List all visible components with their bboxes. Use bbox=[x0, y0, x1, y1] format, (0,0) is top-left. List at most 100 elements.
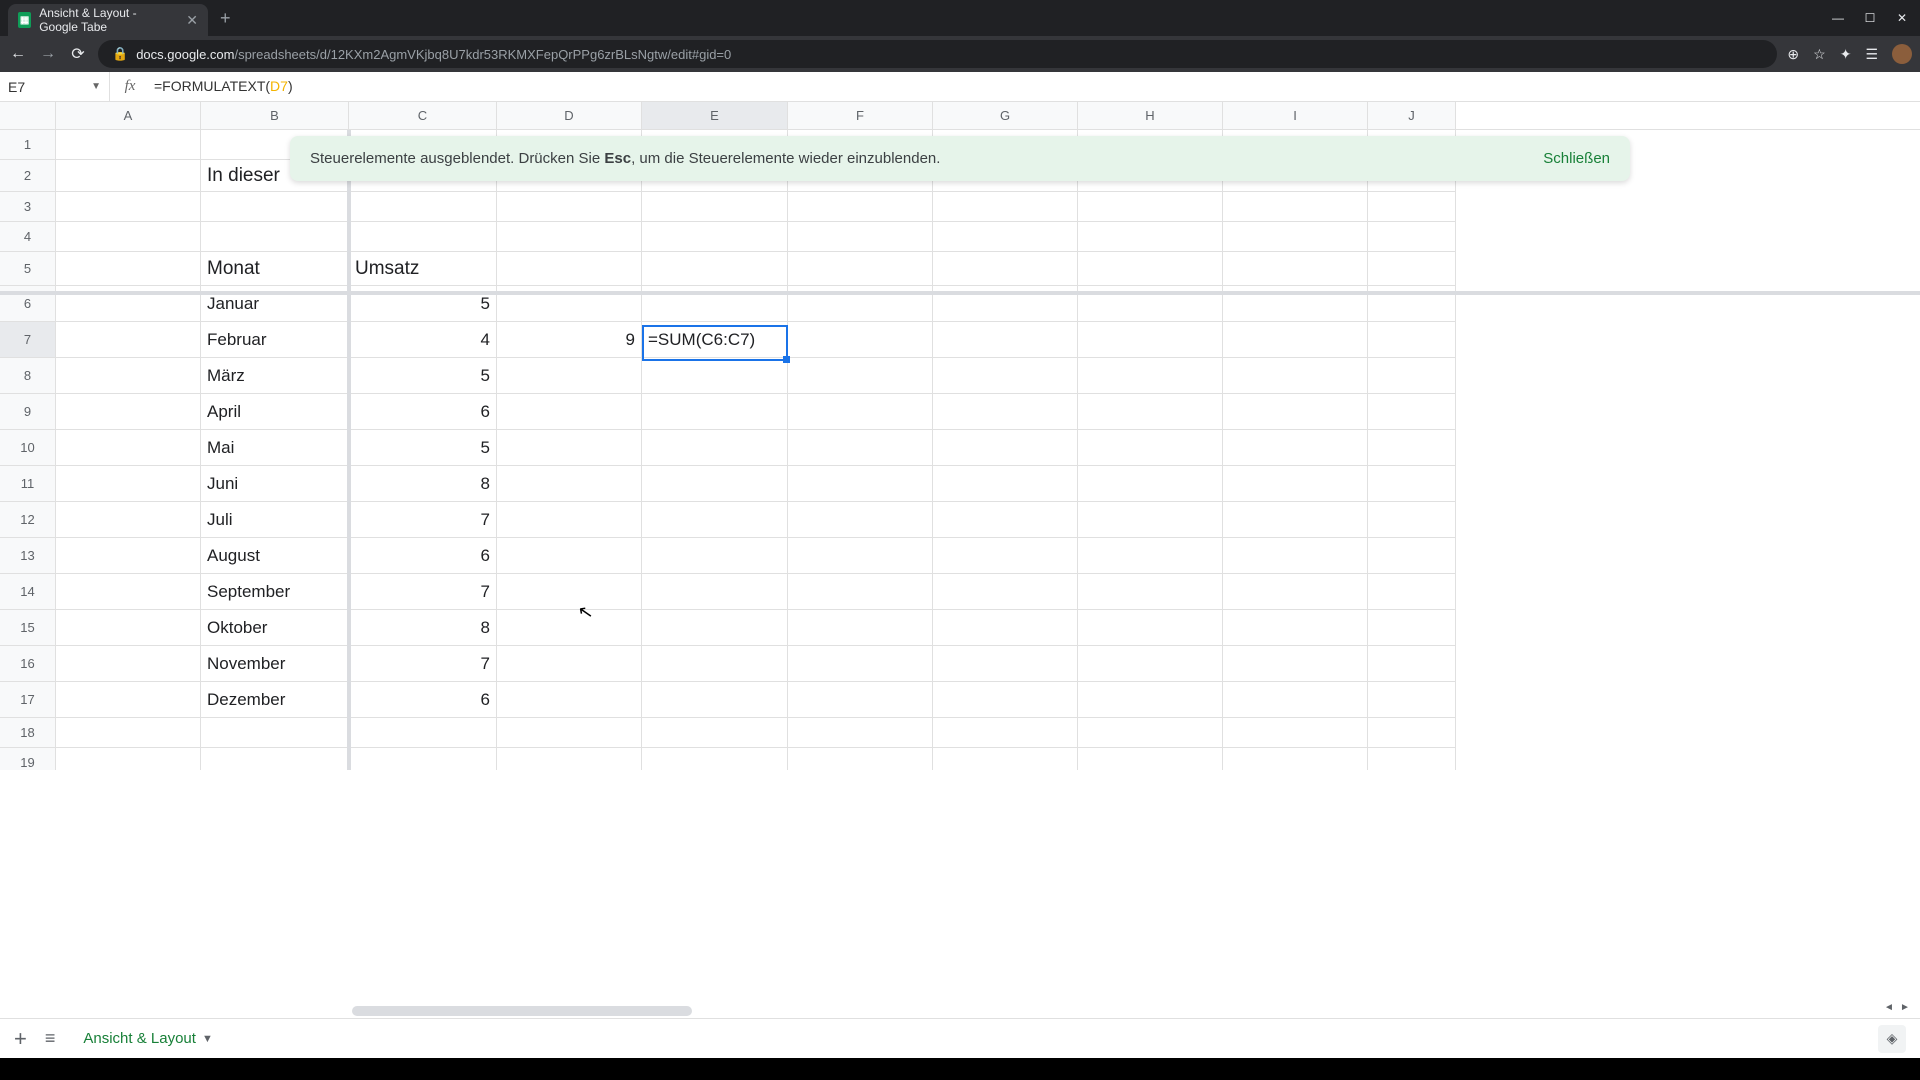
profile-avatar[interactable] bbox=[1892, 44, 1912, 64]
cell-C3[interactable] bbox=[349, 192, 497, 222]
banner-close-button[interactable]: Schließen bbox=[1543, 150, 1610, 167]
col-header-I[interactable]: I bbox=[1223, 102, 1368, 129]
cell-G10[interactable] bbox=[933, 430, 1078, 466]
freeze-line-vertical[interactable] bbox=[347, 130, 351, 770]
cell-F5[interactable] bbox=[788, 252, 933, 286]
cell-C17[interactable]: 6 bbox=[349, 682, 497, 718]
cell-C9[interactable]: 6 bbox=[349, 394, 497, 430]
row-header-16[interactable]: 16 bbox=[0, 646, 56, 682]
cell-I13[interactable] bbox=[1223, 538, 1368, 574]
cell-E17[interactable] bbox=[642, 682, 788, 718]
cell-E14[interactable] bbox=[642, 574, 788, 610]
cell-H17[interactable] bbox=[1078, 682, 1223, 718]
cell-H13[interactable] bbox=[1078, 538, 1223, 574]
cell-F3[interactable] bbox=[788, 192, 933, 222]
cell-E15[interactable] bbox=[642, 610, 788, 646]
cell-G7[interactable] bbox=[933, 322, 1078, 358]
cell-J13[interactable] bbox=[1368, 538, 1456, 574]
row-header-13[interactable]: 13 bbox=[0, 538, 56, 574]
cell-I15[interactable] bbox=[1223, 610, 1368, 646]
cell-E8[interactable] bbox=[642, 358, 788, 394]
cell-H16[interactable] bbox=[1078, 646, 1223, 682]
cell-I18[interactable] bbox=[1223, 718, 1368, 748]
cell-G12[interactable] bbox=[933, 502, 1078, 538]
col-header-A[interactable]: A bbox=[56, 102, 201, 129]
cell-C14[interactable]: 7 bbox=[349, 574, 497, 610]
cell-E5[interactable] bbox=[642, 252, 788, 286]
cell-H18[interactable] bbox=[1078, 718, 1223, 748]
cell-B3[interactable] bbox=[201, 192, 349, 222]
row-header-4[interactable]: 4 bbox=[0, 222, 56, 252]
maximize-button[interactable]: ☐ bbox=[1864, 11, 1876, 25]
cell-D10[interactable] bbox=[497, 430, 642, 466]
cell-F4[interactable] bbox=[788, 222, 933, 252]
cell-B5[interactable]: Monat bbox=[201, 252, 349, 286]
cell-F12[interactable] bbox=[788, 502, 933, 538]
cell-C19[interactable] bbox=[349, 748, 497, 770]
cell-G3[interactable] bbox=[933, 192, 1078, 222]
cell-D8[interactable] bbox=[497, 358, 642, 394]
add-sheet-button[interactable]: + bbox=[14, 1026, 27, 1052]
cell-H9[interactable] bbox=[1078, 394, 1223, 430]
reading-list-icon[interactable]: ☰ bbox=[1865, 46, 1878, 63]
cell-B7[interactable]: Februar bbox=[201, 322, 349, 358]
cell-E16[interactable] bbox=[642, 646, 788, 682]
cell-J19[interactable] bbox=[1368, 748, 1456, 770]
cell-A4[interactable] bbox=[56, 222, 201, 252]
cell-F8[interactable] bbox=[788, 358, 933, 394]
cell-E7[interactable]: =SUM(C6:C7) bbox=[642, 322, 788, 358]
cell-F11[interactable] bbox=[788, 466, 933, 502]
sheet-tab-menu-icon[interactable]: ▼ bbox=[202, 1033, 213, 1045]
cell-F13[interactable] bbox=[788, 538, 933, 574]
close-window-button[interactable]: ✕ bbox=[1896, 11, 1908, 25]
cell-D13[interactable] bbox=[497, 538, 642, 574]
cell-C10[interactable]: 5 bbox=[349, 430, 497, 466]
cell-B9[interactable]: April bbox=[201, 394, 349, 430]
formula-input[interactable]: =FORMULATEXT(D7) bbox=[150, 78, 1920, 95]
cell-H8[interactable] bbox=[1078, 358, 1223, 394]
cell-E11[interactable] bbox=[642, 466, 788, 502]
cell-A5[interactable] bbox=[56, 252, 201, 286]
cell-G14[interactable] bbox=[933, 574, 1078, 610]
cell-H7[interactable] bbox=[1078, 322, 1223, 358]
cell-B4[interactable] bbox=[201, 222, 349, 252]
cell-D5[interactable] bbox=[497, 252, 642, 286]
cell-H3[interactable] bbox=[1078, 192, 1223, 222]
cell-D7[interactable]: 9 bbox=[497, 322, 642, 358]
cell-B18[interactable] bbox=[201, 718, 349, 748]
cell-H12[interactable] bbox=[1078, 502, 1223, 538]
cell-E18[interactable] bbox=[642, 718, 788, 748]
explore-button[interactable]: ◈ bbox=[1878, 1025, 1906, 1053]
all-sheets-button[interactable]: ≡ bbox=[45, 1028, 56, 1049]
cell-A17[interactable] bbox=[56, 682, 201, 718]
cell-D11[interactable] bbox=[497, 466, 642, 502]
reload-button[interactable]: ⟳ bbox=[68, 44, 88, 64]
cell-F7[interactable] bbox=[788, 322, 933, 358]
cell-A3[interactable] bbox=[56, 192, 201, 222]
col-header-F[interactable]: F bbox=[788, 102, 933, 129]
row-header-17[interactable]: 17 bbox=[0, 682, 56, 718]
cell-I16[interactable] bbox=[1223, 646, 1368, 682]
cell-C18[interactable] bbox=[349, 718, 497, 748]
row-header-5[interactable]: 5 bbox=[0, 252, 56, 286]
scroll-left-icon[interactable]: ◄ bbox=[1882, 1002, 1896, 1016]
cell-I19[interactable] bbox=[1223, 748, 1368, 770]
cell-A7[interactable] bbox=[56, 322, 201, 358]
cell-J11[interactable] bbox=[1368, 466, 1456, 502]
cell-I7[interactable] bbox=[1223, 322, 1368, 358]
back-button[interactable]: ← bbox=[8, 45, 28, 63]
cell-C5[interactable]: Umsatz bbox=[349, 252, 497, 286]
cell-C8[interactable]: 5 bbox=[349, 358, 497, 394]
cell-B10[interactable]: Mai bbox=[201, 430, 349, 466]
cell-D3[interactable] bbox=[497, 192, 642, 222]
cell-A14[interactable] bbox=[56, 574, 201, 610]
cell-F15[interactable] bbox=[788, 610, 933, 646]
cell-B15[interactable]: Oktober bbox=[201, 610, 349, 646]
scroll-right-icon[interactable]: ► bbox=[1898, 1002, 1912, 1016]
col-header-H[interactable]: H bbox=[1078, 102, 1223, 129]
cell-J7[interactable] bbox=[1368, 322, 1456, 358]
cell-G4[interactable] bbox=[933, 222, 1078, 252]
cell-J5[interactable] bbox=[1368, 252, 1456, 286]
col-header-C[interactable]: C bbox=[349, 102, 497, 129]
cell-H15[interactable] bbox=[1078, 610, 1223, 646]
